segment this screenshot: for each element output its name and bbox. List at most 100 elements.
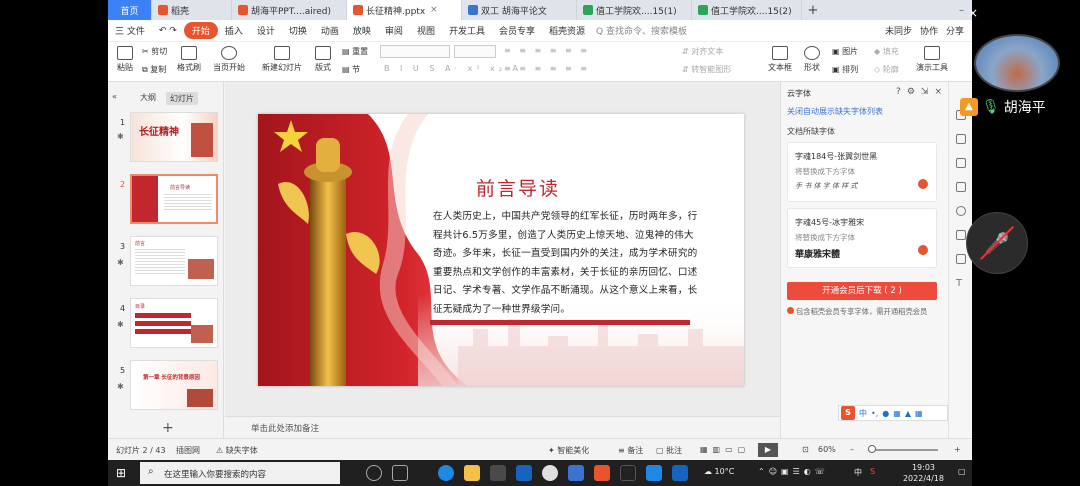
help-tool-icon[interactable]: [956, 206, 966, 216]
command-search[interactable]: Q 查找命令、搜索模板: [596, 24, 687, 37]
adjust-icon[interactable]: [956, 134, 966, 144]
font-card[interactable]: 字魂45号-冰宇雅宋 将替换成下方字体 華康雅宋體: [787, 208, 937, 268]
new-slide-button[interactable]: 新建幻灯片: [260, 44, 304, 73]
slide-thumb-4[interactable]: 目录: [130, 298, 218, 348]
ime-mode[interactable]: 中: [859, 408, 867, 419]
weather[interactable]: ☁ 10°C: [704, 467, 734, 476]
text-tool-icon[interactable]: T: [956, 278, 966, 289]
windows-start-icon[interactable]: ⊞: [116, 466, 126, 480]
slide-grid-button[interactable]: 插图网: [176, 445, 200, 456]
align-buttons[interactable]: ≡ ≡ ≡ ≡ ≡ ≡: [504, 64, 590, 73]
paste-button[interactable]: 粘贴: [114, 44, 136, 73]
layout-button[interactable]: 版式: [312, 44, 334, 73]
slide-body-text[interactable]: 在人类历史上，中国共产党领导的红军长征，历时两年多，行程共计6.5万多里，创造了…: [433, 208, 701, 319]
current-slide[interactable]: 前言导读 在人类历史上，中国共产党领导的红军长征，历时两年多，行程共计6.5万多…: [258, 114, 744, 386]
menu-view[interactable]: 视图: [410, 24, 442, 37]
close-icon[interactable]: ×: [430, 5, 438, 15]
app-icon[interactable]: [542, 465, 558, 481]
tab-sheet-2[interactable]: 值工学院欢....15(2): [692, 0, 802, 20]
tab-paper[interactable]: 双工 胡海平论文: [462, 0, 577, 20]
taskbar-search[interactable]: 在这里输入你要搜索的内容: [140, 462, 340, 484]
menu-daoke-resource[interactable]: 稻壳资源: [542, 24, 592, 37]
app-icon[interactable]: [568, 465, 584, 481]
system-tray-icons[interactable]: ⌃☺▣☰◐☏: [758, 467, 829, 476]
menu-transition[interactable]: 切换: [282, 24, 314, 37]
close-icon[interactable]: ×: [934, 87, 942, 97]
task-view-icon[interactable]: [392, 465, 408, 481]
fit-window-icon[interactable]: ⊡: [802, 445, 809, 454]
play-slideshow-button[interactable]: ▶: [758, 443, 778, 457]
ime-toolbar[interactable]: S 中 •, ● ▦ ▲ ▦: [838, 405, 948, 421]
copy-tool-icon[interactable]: [956, 182, 966, 192]
zoom-slider-knob[interactable]: [868, 445, 876, 453]
tab-slides[interactable]: 幻灯片: [166, 92, 198, 105]
settings-icon[interactable]: ⚙: [907, 87, 915, 97]
font-name-select[interactable]: [380, 45, 450, 58]
section-button[interactable]: ▤ 节: [342, 64, 360, 75]
edge-icon[interactable]: [438, 465, 454, 481]
tab-sheet-1[interactable]: 值工学院欢....15(1): [577, 0, 692, 20]
tab-daoke[interactable]: 稻壳: [152, 0, 232, 20]
qq-icon[interactable]: [620, 465, 636, 481]
backup-icon[interactable]: [956, 230, 966, 240]
ime-skin-icon[interactable]: ▲: [905, 409, 911, 418]
add-slide-button[interactable]: +: [162, 420, 174, 436]
fill-button[interactable]: ◆ 填充: [874, 46, 899, 57]
collab-button[interactable]: 协作: [920, 24, 938, 37]
close-icon[interactable]: ×: [968, 6, 978, 20]
share-button[interactable]: 分享: [946, 24, 964, 37]
menu-design[interactable]: 设计: [250, 24, 282, 37]
view-buttons[interactable]: ▦▥▭▢: [700, 445, 750, 454]
new-tab-button[interactable]: +: [802, 0, 824, 20]
copy-button[interactable]: ⧉ 复制: [142, 64, 166, 75]
auto-show-toggle-link[interactable]: 关闭自动展示缺失字体列表: [787, 106, 883, 117]
slide-thumb-1[interactable]: 长征精神: [130, 112, 218, 162]
slide-thumb-2[interactable]: 前言导读: [130, 174, 218, 224]
taskbar-clock[interactable]: 19:03 2022/4/18: [903, 462, 944, 484]
wps-icon[interactable]: [594, 465, 610, 481]
menu-animation[interactable]: 动画: [314, 24, 346, 37]
menu-file[interactable]: 三 文件: [108, 24, 152, 37]
text-box-button[interactable]: 文本框: [766, 44, 794, 73]
menu-devtools[interactable]: 开发工具: [442, 24, 492, 37]
smart-beautify-button[interactable]: ✦ 智能美化: [548, 445, 589, 456]
location-icon[interactable]: [956, 254, 966, 264]
store-icon[interactable]: [490, 465, 506, 481]
help-icon[interactable]: ?: [896, 87, 901, 97]
pin-tool-icon[interactable]: [956, 158, 966, 168]
notes-placeholder[interactable]: 单击此处添加备注: [251, 422, 319, 434]
from-current-button[interactable]: 当页开始: [212, 44, 246, 73]
pin-icon[interactable]: ⇲: [921, 87, 929, 97]
sync-status[interactable]: 未同步: [885, 24, 912, 37]
reset-button[interactable]: ▤ 重置: [342, 46, 368, 57]
zoom-in-button[interactable]: +: [954, 445, 961, 454]
tab-home[interactable]: 首页: [108, 0, 152, 20]
outline-button[interactable]: ◇ 轮廓: [874, 64, 899, 75]
menu-insert[interactable]: 插入: [218, 24, 250, 37]
zoom-out-button[interactable]: –: [850, 445, 854, 454]
tab-changzheng[interactable]: 长征精神.pptx ×: [347, 0, 462, 20]
ime-indicator[interactable]: 中: [854, 467, 862, 478]
download-fonts-button[interactable]: 开通会员后下载 ( 2 ): [787, 282, 937, 300]
minimize-icon[interactable]: –: [959, 5, 964, 16]
meeting-icon[interactable]: [646, 465, 662, 481]
menu-start[interactable]: 开始: [183, 22, 218, 39]
present-tool-button[interactable]: 演示工具: [914, 44, 950, 73]
menu-slideshow[interactable]: 放映: [346, 24, 378, 37]
mail-icon[interactable]: [516, 465, 532, 481]
zoom-level[interactable]: 60%: [818, 445, 836, 454]
comments-toggle[interactable]: ▢ 批注: [656, 445, 682, 456]
arrange-button[interactable]: ▣ 排列: [832, 64, 858, 75]
format-painter-button[interactable]: 格式刷: [176, 44, 202, 73]
format-buttons[interactable]: B I U S A· x² x₂ A: [384, 64, 522, 73]
paragraph-buttons[interactable]: ≡ ≡ ≡ ≡ ≡ ≡: [504, 46, 590, 55]
shape-button[interactable]: 形状: [800, 44, 824, 73]
text-direction-button[interactable]: ⇵ 对齐文本: [682, 46, 723, 57]
picture-button[interactable]: ▣ 图片: [832, 46, 858, 57]
mute-mic-button[interactable]: 🎤: [966, 212, 1028, 274]
font-size-select[interactable]: [454, 45, 496, 58]
menu-review[interactable]: 审阅: [378, 24, 410, 37]
cortana-icon[interactable]: [366, 465, 382, 481]
zoom-slider[interactable]: [868, 445, 938, 453]
explorer-icon[interactable]: [464, 465, 480, 481]
